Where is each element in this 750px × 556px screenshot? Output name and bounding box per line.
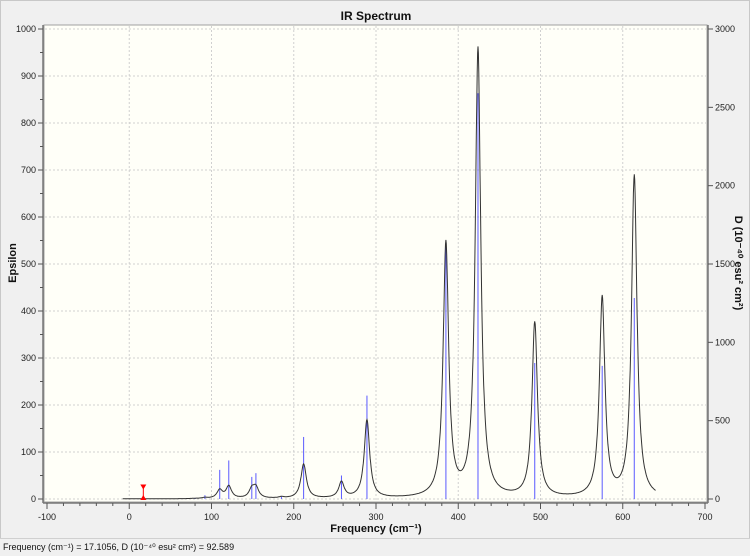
x-tick-label: 400: [451, 512, 466, 522]
ir-spectrum-window: IR Spectrum -100 0 100 200 300 400 500 600 700 0 1…: [0, 0, 750, 539]
y-tick-label: 500: [21, 259, 36, 269]
x-tick-label: 600: [615, 512, 630, 522]
y2-tick-label: 2000: [715, 181, 735, 191]
y-tick-label: 800: [21, 118, 36, 128]
ir-spectrum-chart[interactable]: IR Spectrum -100 0 100 200 300 400 500 600 70001…: [1, 1, 749, 538]
x-tick-label: 500: [533, 512, 548, 522]
status-readout: Frequency (cm⁻¹) = 17.1056, D (10⁻⁴⁰ esu…: [3, 542, 235, 552]
y2-axis-label: D (10⁻⁴⁰ esu² cm²): [732, 216, 744, 311]
y-tick-label: 600: [21, 212, 36, 222]
y2-tick-label: 1000: [715, 337, 735, 347]
y-tick-label: 100: [21, 447, 36, 457]
y-tick-label: 1000: [16, 24, 36, 34]
chart-title: IR Spectrum: [341, 9, 412, 23]
y-tick-label: 700: [21, 165, 36, 175]
y-tick-label: 300: [21, 353, 36, 363]
x-tick-label: -100: [38, 512, 56, 522]
y2-tick-label: 2500: [715, 102, 735, 112]
y-tick-label: 400: [21, 306, 36, 316]
x-tick-label: 0: [127, 512, 132, 522]
y2-tick-label: 500: [715, 416, 730, 426]
x-tick-label: 100: [204, 512, 219, 522]
x-tick-label: 300: [368, 512, 383, 522]
y-tick-label: 900: [21, 71, 36, 81]
y-tick-label: 0: [31, 494, 36, 504]
x-tick-label: 700: [697, 512, 712, 522]
status-bar: Frequency (cm⁻¹) = 17.1056, D (10⁻⁴⁰ esu…: [0, 538, 750, 556]
x-axis-label: Frequency (cm⁻¹): [330, 523, 422, 535]
x-tick-label: 200: [286, 512, 301, 522]
y-axis-label: Epsilon: [7, 243, 19, 283]
y-tick-label: 200: [21, 400, 36, 410]
y2-tick-label: 3000: [715, 24, 735, 34]
y2-tick-label: 0: [715, 494, 720, 504]
